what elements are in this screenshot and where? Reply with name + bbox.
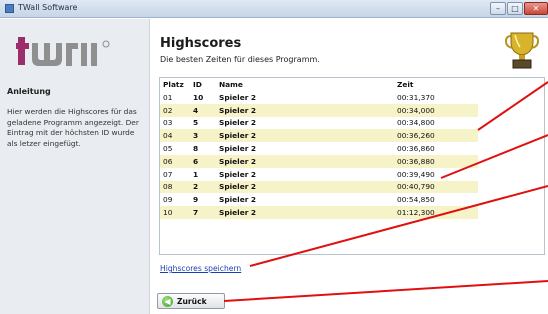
table-row[interactable]: 01 10 Spieler 2 00:31,370	[160, 91, 478, 104]
save-highscores-link[interactable]: Highscores speichern	[160, 264, 241, 273]
highscore-table[interactable]: Platz ID Name Zeit 01 10 Spieler 2 00:31…	[159, 77, 545, 255]
minimize-button[interactable]: –	[490, 2, 506, 15]
twall-logo	[16, 37, 110, 66]
close-button[interactable]: ✕	[524, 2, 548, 15]
table-row[interactable]: 03 5 Spieler 2 00:34,800	[160, 116, 478, 130]
cell-id: 7	[190, 206, 216, 219]
cell-platz: 08	[160, 180, 190, 194]
window-title: TWall Software	[18, 3, 78, 12]
window-titlebar: TWall Software – □ ✕	[0, 0, 548, 18]
annotation-line	[223, 280, 548, 302]
cell-id: 1	[190, 167, 216, 181]
sidebar-description: Hier werden die Highscores für das gelad…	[7, 107, 139, 148]
cell-zeit: 01:12,300	[394, 206, 478, 219]
cell-zeit: 00:34,800	[394, 116, 478, 130]
cell-platz: 01	[160, 91, 190, 104]
cell-id: 8	[190, 142, 216, 155]
cell-zeit: 00:39,490	[394, 167, 478, 181]
cell-id: 2	[190, 180, 216, 194]
maximize-button[interactable]: □	[507, 2, 523, 15]
cell-zeit: 00:40,790	[394, 180, 478, 194]
cell-name: Spieler 2	[216, 154, 394, 168]
back-button[interactable]: ◀ Zurück	[157, 293, 225, 309]
cell-name: Spieler 2	[216, 167, 394, 181]
cell-platz: 02	[160, 103, 190, 117]
table-row[interactable]: 10 7 Spieler 2 01:12,300	[160, 206, 478, 219]
table-row[interactable]: 07 1 Spieler 2 00:39,490	[160, 167, 478, 181]
header-name: Name	[216, 78, 394, 91]
cell-id: 10	[190, 91, 216, 104]
cell-zeit: 00:36,860	[394, 142, 478, 155]
cell-name: Spieler 2	[216, 142, 394, 155]
cell-name: Spieler 2	[216, 129, 394, 143]
cell-zeit: 00:54,850	[394, 193, 478, 207]
cell-id: 3	[190, 129, 216, 143]
table-row[interactable]: 06 6 Spieler 2 00:36,880	[160, 154, 478, 168]
cell-name: Spieler 2	[216, 180, 394, 194]
back-button-label: Zurück	[177, 297, 207, 306]
cell-platz: 05	[160, 142, 190, 155]
table-row[interactable]: 08 2 Spieler 2 00:40,790	[160, 180, 478, 194]
cell-id: 9	[190, 193, 216, 207]
back-arrow-icon: ◀	[162, 296, 173, 307]
cell-name: Spieler 2	[216, 91, 394, 104]
table-row[interactable]: 05 8 Spieler 2 00:36,860	[160, 142, 478, 155]
header-platz: Platz	[160, 78, 190, 91]
table-row[interactable]: 04 3 Spieler 2 00:36,260	[160, 129, 478, 143]
cell-platz: 09	[160, 193, 190, 207]
cell-id: 4	[190, 103, 216, 117]
header-id: ID	[190, 78, 216, 91]
app-icon	[5, 4, 14, 13]
table-header-row: Platz ID Name Zeit	[160, 78, 478, 91]
cell-id: 6	[190, 154, 216, 168]
cell-platz: 04	[160, 129, 190, 143]
cell-name: Spieler 2	[216, 103, 394, 117]
cell-zeit: 00:31,370	[394, 91, 478, 104]
page-title: Highscores	[160, 36, 242, 51]
cell-platz: 10	[160, 206, 190, 219]
table-row[interactable]: 02 4 Spieler 2 00:34,000	[160, 103, 478, 117]
cell-name: Spieler 2	[216, 116, 394, 130]
cell-platz: 07	[160, 167, 190, 181]
header-zeit: Zeit	[394, 78, 478, 91]
cell-id: 5	[190, 116, 216, 130]
sidebar: Anleitung Hier werden die Highscores für…	[0, 19, 150, 314]
cell-zeit: 00:36,880	[394, 154, 478, 168]
sidebar-heading: Anleitung	[7, 87, 51, 96]
cell-name: Spieler 2	[216, 193, 394, 207]
trophy-icon	[505, 32, 539, 69]
cell-zeit: 00:34,000	[394, 103, 478, 117]
cell-name: Spieler 2	[216, 206, 394, 219]
table-row[interactable]: 09 9 Spieler 2 00:54,850	[160, 193, 478, 207]
cell-zeit: 00:36,260	[394, 129, 478, 143]
page-subtitle: Die besten Zeiten für dieses Programm.	[160, 55, 320, 64]
cell-platz: 06	[160, 154, 190, 168]
cell-platz: 03	[160, 116, 190, 130]
